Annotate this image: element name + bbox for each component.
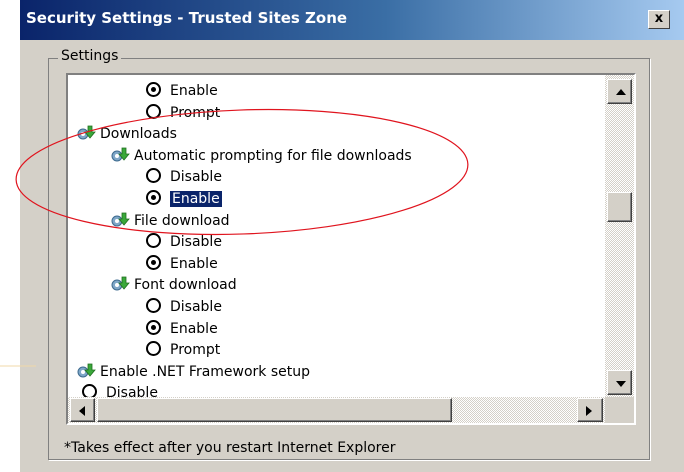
settings-item: Font download xyxy=(110,275,237,295)
radio-button-icon[interactable] xyxy=(146,319,161,335)
radio-button-icon[interactable] xyxy=(146,254,161,270)
scroll-up-button[interactable] xyxy=(607,79,632,104)
radio-button-icon[interactable] xyxy=(146,168,161,184)
radio-option[interactable]: Disable xyxy=(146,167,222,187)
vertical-scrollbar[interactable] xyxy=(605,75,634,397)
window-title: Security Settings - Trusted Sites Zone xyxy=(26,9,348,27)
radio-option[interactable]: Prompt xyxy=(146,103,220,123)
gear-download-icon xyxy=(110,211,130,229)
horizontal-scroll-thumb[interactable] xyxy=(97,398,452,422)
radio-button-icon[interactable] xyxy=(146,190,161,205)
radio-option[interactable]: Disable xyxy=(146,232,222,252)
radio-option[interactable]: Prompt xyxy=(146,340,220,360)
tree-item-label: Enable xyxy=(170,255,218,272)
tree-item-label: Font download xyxy=(134,277,237,294)
radio-button-icon[interactable] xyxy=(146,233,161,249)
scroll-down-button[interactable] xyxy=(607,370,632,395)
gear-download-icon xyxy=(76,362,96,380)
close-button[interactable]: x xyxy=(648,10,670,29)
tree-item-label: Disable xyxy=(170,169,222,186)
arrow-right-icon xyxy=(586,406,592,416)
title-bar[interactable]: Security Settings - Trusted Sites Zone x xyxy=(20,0,684,40)
radio-button-icon[interactable] xyxy=(146,341,161,357)
settings-category: Enable .NET Framework setup xyxy=(76,362,310,382)
tree-item-label: Prompt xyxy=(170,342,221,359)
tree-item-label: Enable .NET Framework setup xyxy=(100,363,311,380)
settings-listbox[interactable]: Enable Prompt Downloads Automatic prompting… xyxy=(66,73,636,425)
radio-option[interactable]: Enable xyxy=(146,81,218,101)
tree-item-label: Automatic prompting for file downloads xyxy=(134,147,412,164)
tree-item-label: Downloads xyxy=(100,126,177,143)
tree-item-label: Enable xyxy=(170,191,222,207)
arrow-up-icon xyxy=(616,89,626,95)
gear-download-icon xyxy=(110,275,130,293)
tree-item-label: Disable xyxy=(170,234,222,251)
security-settings-dialog: Security Settings - Trusted Sites Zone x… xyxy=(20,0,684,472)
radio-button-icon[interactable] xyxy=(146,103,161,119)
tree-item-label: Enable xyxy=(170,83,218,99)
radio-option[interactable]: Enable xyxy=(146,189,222,209)
settings-item: File download xyxy=(110,211,230,231)
settings-item: Automatic prompting for file downloads xyxy=(110,146,412,166)
gear-download-icon xyxy=(76,124,96,142)
radio-option[interactable]: Disable xyxy=(146,297,222,317)
vertical-scroll-thumb[interactable] xyxy=(607,192,632,222)
radio-button-icon[interactable] xyxy=(146,298,161,313)
horizontal-scrollbar[interactable] xyxy=(68,397,605,423)
tree-item-label: Prompt xyxy=(170,104,221,121)
gear-download-icon xyxy=(110,146,130,164)
tree-item-label: File download xyxy=(134,212,230,229)
settings-group-label: Settings xyxy=(58,48,122,64)
scroll-right-button[interactable] xyxy=(577,398,603,422)
tree-item-label: Disable xyxy=(170,299,222,315)
tree-item-label: Enable xyxy=(170,320,218,337)
radio-button-icon[interactable] xyxy=(146,82,161,97)
radio-option[interactable]: Enable xyxy=(146,319,218,339)
arrow-down-icon xyxy=(616,381,626,387)
arrow-left-icon xyxy=(79,406,85,416)
scroll-left-button[interactable] xyxy=(70,398,95,422)
scrollbar-corner xyxy=(605,397,634,423)
radio-option[interactable]: Enable xyxy=(146,254,218,274)
restart-footnote: *Takes effect after you restart Internet… xyxy=(64,440,396,456)
settings-category: Downloads xyxy=(76,124,177,144)
